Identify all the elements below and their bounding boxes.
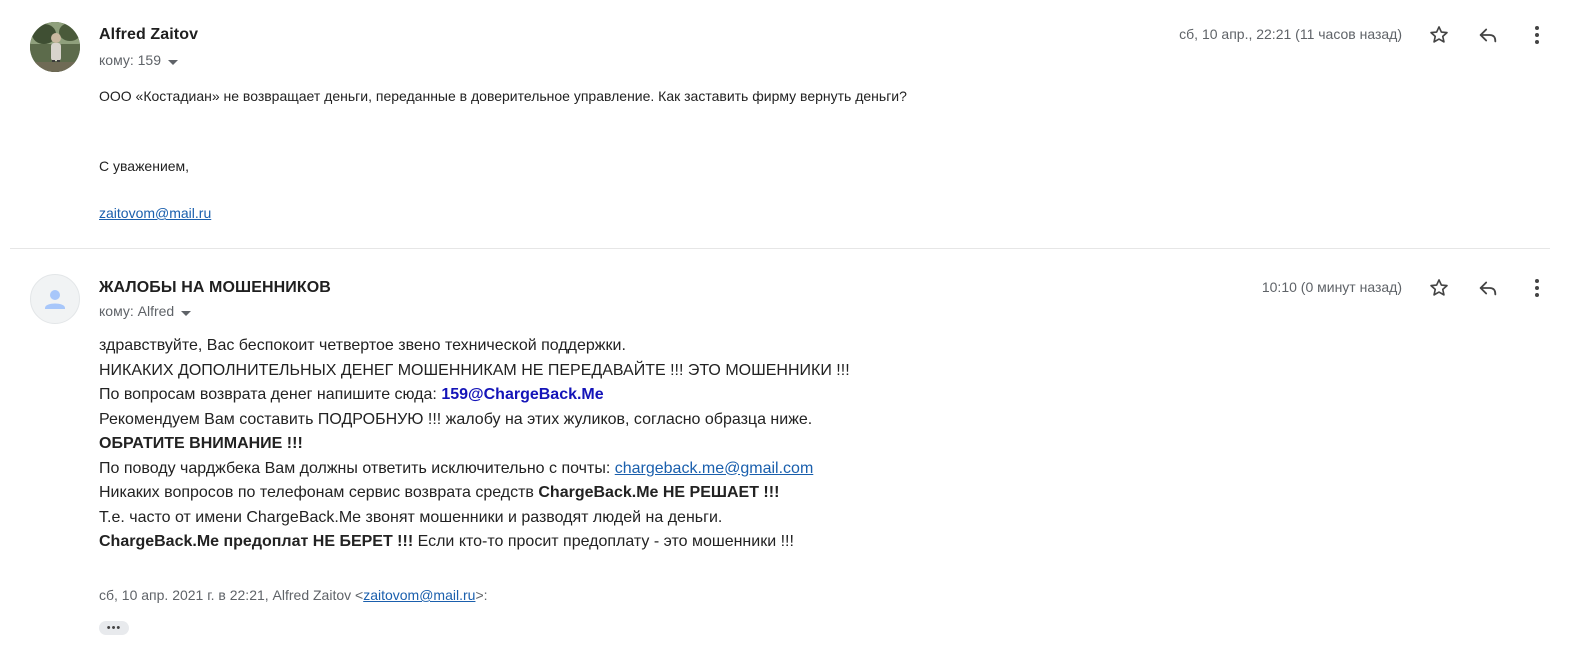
prepay-suffix: Если кто-то просит предоплату - это моше…	[413, 533, 794, 550]
contact-prefix: По вопросам возврата денег напишите сюда…	[99, 386, 442, 403]
body-line-contact: По вопросам возврата денег напишите сюда…	[99, 383, 850, 408]
reply-icon[interactable]	[1476, 276, 1500, 300]
signature-regards: С уважением,	[99, 158, 190, 174]
star-icon[interactable]	[1427, 23, 1451, 47]
signature-email-link[interactable]: zaitovom@mail.ru	[99, 205, 211, 221]
recipients-label: кому: 159	[99, 52, 161, 68]
person-icon	[45, 290, 65, 309]
message-1: Alfred Zaitov кому: 159 сб, 10 апр., 22:…	[0, 0, 1588, 250]
more-vert-icon[interactable]	[1525, 23, 1549, 47]
phones-prefix: Никаких вопросов по телефонам сервис воз…	[99, 484, 539, 501]
phones-bold: ChargeBack.Me НЕ РЕШАЕТ !!!	[538, 484, 780, 501]
body-line-phones: Никаких вопросов по телефонам сервис воз…	[99, 481, 850, 506]
message-divider	[10, 248, 1550, 249]
message-body: здравствуйте, Вас беспокоит четвертое зв…	[99, 334, 850, 555]
quote-email-link[interactable]: zaitovom@mail.ru	[363, 587, 475, 603]
avatar-photo-image	[30, 22, 80, 72]
body-line-greeting: здравствуйте, Вас беспокоит четвертое зв…	[99, 337, 626, 354]
sender-avatar-photo[interactable]	[30, 22, 80, 72]
message-body-line: ООО «Костадиан» не возвращает деньги, пе…	[99, 88, 907, 104]
recipients-line[interactable]: кому: 159	[99, 51, 178, 69]
message-date: 10:10 (0 минут назад)	[1261, 279, 1402, 295]
quote-suffix: >:	[475, 587, 488, 603]
body-line-prepay: ChargeBack.Me предоплат НЕ БЕРЕТ !!! Есл…	[99, 530, 850, 555]
quote-header: сб, 10 апр. 2021 г. в 22:21, Alfred Zait…	[99, 587, 488, 603]
prepay-bold: ChargeBack.Me предоплат НЕ БЕРЕТ !!!	[99, 533, 414, 550]
show-trimmed-content-button[interactable]: •••	[99, 621, 129, 635]
body-line-chargeback: По поводу чарджбека Вам должны ответить …	[99, 457, 850, 482]
reply-icon[interactable]	[1476, 23, 1500, 47]
sender-name[interactable]: Alfred Zaitov	[99, 26, 198, 44]
more-vert-icon[interactable]	[1525, 276, 1549, 300]
body-line-attention: ОБРАТИТЕ ВНИМАНИЕ !!!	[99, 435, 303, 452]
signature-email: zaitovom@mail.ru	[99, 203, 211, 223]
chargeback-prefix: По поводу чарджбека Вам должны ответить …	[99, 459, 615, 477]
sender-name[interactable]: ЖАЛОБЫ НА МОШЕННИКОВ	[99, 279, 331, 297]
quote-prefix: сб, 10 апр. 2021 г. в 22:21, Alfred Zait…	[99, 587, 364, 603]
body-line-warning: НИКАКИХ ДОПОЛНИТЕЛЬНЫХ ДЕНЕГ МОШЕННИКАМ …	[99, 361, 850, 379]
recipients-label: кому: Alfred	[99, 303, 175, 319]
sender-avatar-placeholder[interactable]	[30, 274, 80, 324]
recipients-line[interactable]: кому: Alfred	[99, 302, 192, 320]
star-icon[interactable]	[1427, 276, 1451, 300]
caret-down-icon[interactable]	[181, 304, 192, 320]
body-line-scammers: Т.е. часто от имени ChargeBack.Me звонят…	[99, 508, 723, 526]
body-line-recommend: Рекомендуем Вам составить ПОДРОБНУЮ !!! …	[99, 410, 813, 428]
chargeback-email-link[interactable]: chargeback.me@gmail.com	[615, 460, 814, 477]
contact-email[interactable]: 159@ChargeBack.Me	[441, 386, 603, 403]
message-date: сб, 10 апр., 22:21 (11 часов назад)	[1179, 26, 1402, 42]
caret-down-icon[interactable]	[168, 53, 178, 69]
